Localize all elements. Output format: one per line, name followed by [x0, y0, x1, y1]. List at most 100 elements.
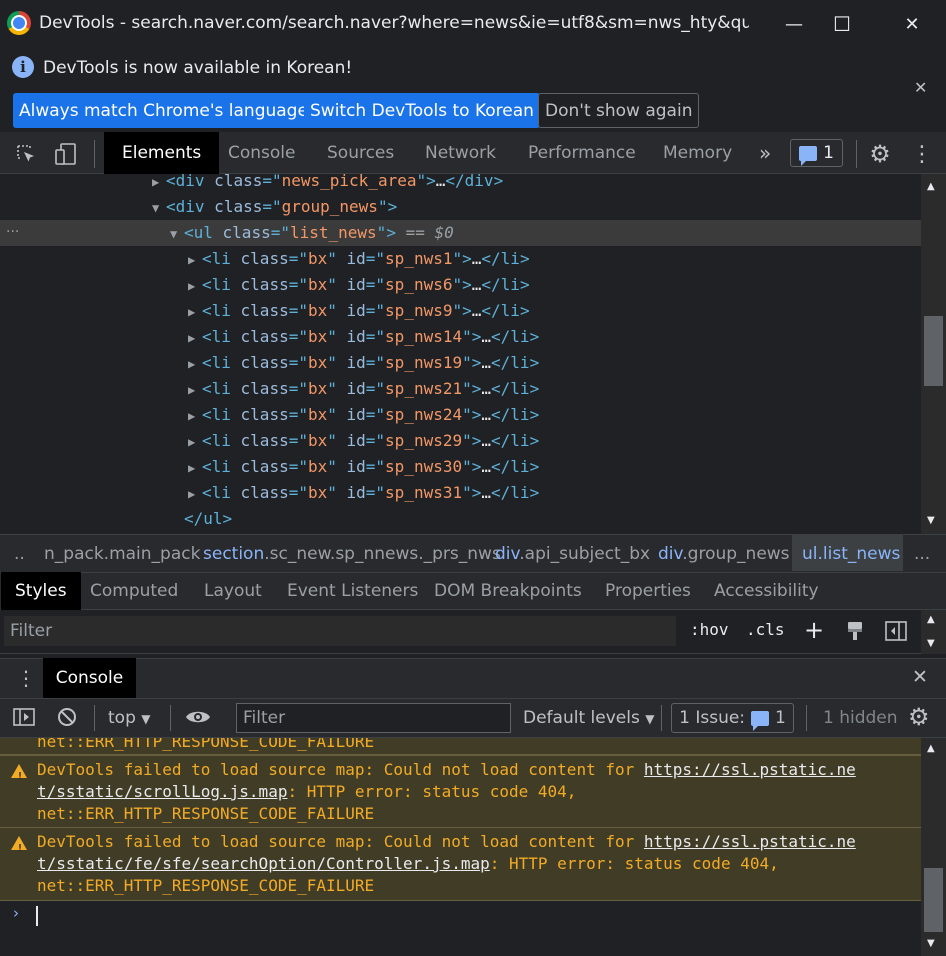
expand-triangle-icon[interactable]: ▶: [188, 377, 202, 403]
hov-toggle[interactable]: :hov: [690, 620, 729, 639]
tab-network[interactable]: Network: [425, 132, 496, 174]
tab-accessibility[interactable]: Accessibility: [714, 572, 819, 610]
tab-styles[interactable]: Styles: [1, 572, 81, 610]
tab-properties[interactable]: Properties: [605, 572, 691, 610]
close-window-button[interactable]: ✕: [888, 6, 936, 42]
expand-triangle-icon[interactable]: ▶: [188, 351, 202, 377]
dom-node-li[interactable]: ▶ <li class="bx" id="sp_nws1">…</li>: [0, 246, 921, 272]
styles-scroll-down-icon[interactable]: ▼: [927, 638, 935, 649]
dom-node-div[interactable]: ▼ <div class="group_news">: [0, 194, 921, 220]
minimize-button[interactable]: —: [770, 6, 818, 42]
tab-memory[interactable]: Memory: [663, 132, 732, 174]
expand-triangle-icon[interactable]: ▶: [152, 174, 166, 195]
dom-node-div[interactable]: ▶ <div class="news_pick_area">…</div>: [0, 174, 921, 194]
scroll-down-arrow-icon[interactable]: ▼: [927, 515, 935, 526]
cls-toggle[interactable]: .cls: [746, 620, 785, 639]
dom-node-li[interactable]: ▶ <li class="bx" id="sp_nws31">…</li>: [0, 480, 921, 506]
scroll-up-arrow-icon[interactable]: ▲: [927, 181, 935, 192]
breadcrumb-scroll-left[interactable]: ..: [14, 544, 25, 564]
dom-node-li[interactable]: ▶ <li class="bx" id="sp_nws24">…</li>: [0, 402, 921, 428]
dom-node-li[interactable]: ▶ <li class="bx" id="sp_nws19">…</li>: [0, 350, 921, 376]
console-scrollbar-thumb[interactable]: [924, 868, 943, 932]
collapsed-ellipsis[interactable]: …: [481, 483, 491, 502]
dom-node-li[interactable]: ▶ <li class="bx" id="sp_nws30">…</li>: [0, 454, 921, 480]
live-expression-eye-icon[interactable]: [184, 706, 212, 732]
console-sidebar-icon[interactable]: [12, 706, 36, 732]
issues-counter-button[interactable]: 1: [790, 139, 843, 167]
collapsed-ellipsis[interactable]: …: [481, 353, 491, 372]
expand-triangle-icon[interactable]: ▶: [188, 299, 202, 325]
console-input-caret[interactable]: [36, 906, 38, 926]
console-filter-input[interactable]: [236, 703, 511, 733]
inspect-element-icon[interactable]: [12, 140, 40, 168]
collapsed-ellipsis[interactable]: …: [481, 405, 491, 424]
collapsed-ellipsis[interactable]: …: [436, 174, 446, 190]
elements-scrollbar-thumb[interactable]: [924, 316, 943, 386]
log-levels-dropdown[interactable]: Default levels ▼: [523, 708, 654, 728]
breadcrumb-group-news[interactable]: div.group_news: [658, 544, 790, 564]
source-map-link[interactable]: https://ssl.pstatic.ne: [644, 832, 856, 851]
breadcrumb-list-news[interactable]: ul.list_news: [802, 544, 900, 564]
expand-triangle-icon[interactable]: ▶: [188, 403, 202, 429]
dom-node-li[interactable]: ▶ <li class="bx" id="sp_nws9">…</li>: [0, 298, 921, 324]
drawer-menu-icon[interactable]: ⋮: [16, 666, 36, 690]
breadcrumb-more[interactable]: ...: [914, 544, 930, 564]
dom-node-li[interactable]: ▶ <li class="bx" id="sp_nws6">…</li>: [0, 272, 921, 298]
breadcrumb-api-subject[interactable]: div.api_subject_bx: [495, 544, 650, 564]
collapse-triangle-icon[interactable]: ▼: [170, 221, 184, 247]
collapsed-ellipsis[interactable]: …: [481, 431, 491, 450]
tab-event-listeners[interactable]: Event Listeners: [287, 572, 418, 610]
breadcrumb-main-pack[interactable]: n_pack.main_pack: [44, 544, 200, 564]
collapsed-ellipsis[interactable]: …: [472, 301, 482, 320]
drawer-close-icon[interactable]: ✕: [912, 666, 928, 688]
color-format-icon[interactable]: [846, 620, 864, 646]
tab-layout[interactable]: Layout: [204, 572, 262, 610]
dom-node-ul[interactable]: ▼ <ul class="list_news"> == $0: [0, 220, 921, 246]
more-options-icon[interactable]: ⋮: [908, 140, 936, 168]
tab-performance[interactable]: Performance: [528, 132, 636, 174]
more-tabs-icon[interactable]: »: [759, 132, 771, 174]
expand-triangle-icon[interactable]: ▶: [188, 247, 202, 273]
dom-node-ul[interactable]: </ul>: [0, 506, 921, 532]
expand-triangle-icon[interactable]: ▶: [188, 455, 202, 481]
tab-elements[interactable]: Elements: [104, 132, 220, 174]
console-settings-gear-icon[interactable]: ⚙: [908, 703, 930, 731]
collapsed-ellipsis[interactable]: …: [481, 457, 491, 476]
dom-node-li[interactable]: ▶ <li class="bx" id="sp_nws21">…</li>: [0, 376, 921, 402]
expand-triangle-icon[interactable]: ▶: [188, 429, 202, 455]
drawer-tab-console[interactable]: Console: [43, 658, 136, 698]
console-messages[interactable]: net::ERR_HTTP_RESPONSE_CODE_FAILURE DevT…: [0, 738, 921, 956]
maximize-button[interactable]: ☐: [818, 6, 866, 42]
console-issues-button[interactable]: 1 Issue: 1: [671, 703, 794, 733]
elements-dom-tree[interactable]: ▶ <div class="news_pick_area">…</div> ▼ <di…: [0, 174, 921, 534]
console-scroll-down-icon[interactable]: ▼: [927, 938, 935, 949]
toggle-sidebar-icon[interactable]: [884, 620, 908, 646]
infobar-close-icon[interactable]: ✕: [914, 78, 927, 97]
dom-node-li[interactable]: ▶ <li class="bx" id="sp_nws29">…</li>: [0, 428, 921, 454]
expand-triangle-icon[interactable]: ▶: [188, 325, 202, 351]
collapsed-ellipsis[interactable]: …: [472, 249, 482, 268]
clear-console-icon[interactable]: [56, 706, 78, 732]
tab-sources[interactable]: Sources: [327, 132, 394, 174]
collapse-triangle-icon[interactable]: ▼: [152, 195, 166, 221]
switch-to-korean-button[interactable]: Switch DevTools to Korean: [304, 93, 540, 128]
source-map-link[interactable]: t/sstatic/scrollLog.js.map: [37, 782, 287, 801]
device-toolbar-icon[interactable]: [52, 140, 80, 168]
settings-gear-icon[interactable]: ⚙: [866, 140, 894, 168]
breadcrumb-section[interactable]: section.sc_new.sp_nnews._prs_nws: [203, 544, 501, 564]
always-match-language-button[interactable]: Always match Chrome's language: [13, 93, 314, 128]
tab-console[interactable]: Console: [228, 132, 296, 174]
add-style-rule-icon[interactable]: +: [804, 616, 824, 644]
expand-triangle-icon[interactable]: ▶: [188, 481, 202, 507]
context-selector[interactable]: top ▼: [108, 708, 151, 728]
dom-node-li[interactable]: ▶ <li class="bx" id="sp_nws14">…</li>: [0, 324, 921, 350]
collapsed-ellipsis[interactable]: …: [472, 275, 482, 294]
tab-dom-breakpoints[interactable]: DOM Breakpoints: [434, 572, 582, 610]
row-actions-dots-icon[interactable]: ···: [6, 224, 19, 240]
styles-scroll-up-icon[interactable]: ▲: [927, 614, 935, 625]
source-map-link[interactable]: https://ssl.pstatic.ne: [644, 760, 856, 779]
console-scroll-up-icon[interactable]: ▲: [927, 743, 935, 754]
collapsed-ellipsis[interactable]: …: [481, 379, 491, 398]
styles-filter-input[interactable]: [4, 616, 676, 646]
expand-triangle-icon[interactable]: ▶: [188, 273, 202, 299]
